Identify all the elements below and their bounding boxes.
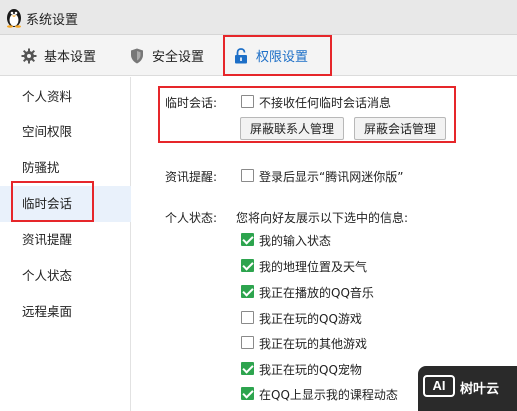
- qq-penguin-icon: [7, 9, 21, 28]
- block-all-temp-chat-checkbox[interactable]: [241, 95, 254, 108]
- status-option-checkbox[interactable]: [241, 233, 254, 246]
- status-option-text: 我的输入状态: [259, 234, 332, 248]
- shield-icon: [128, 47, 146, 65]
- tab-permission-settings[interactable]: 权限设置: [232, 35, 308, 76]
- temp-chat-label: 临时会话:: [165, 96, 218, 110]
- tab-label: 基本设置: [44, 50, 97, 65]
- sidebar-item-remote-desktop[interactable]: 远程桌面: [0, 294, 131, 330]
- status-option-checkbox[interactable]: [241, 311, 254, 324]
- status-option-text: 我正在玩的QQ游戏: [259, 312, 362, 326]
- status-option-text: 我正在玩的QQ宠物: [259, 363, 362, 377]
- tab-label: 权限设置: [256, 50, 309, 65]
- status-option-checkbox[interactable]: [241, 259, 254, 272]
- status-option-text: 我的地理位置及天气: [259, 260, 368, 274]
- blocked-sessions-manage-button[interactable]: 屏蔽会话管理: [354, 117, 446, 140]
- status-option-text: 在QQ上显示我的课程动态: [259, 388, 398, 402]
- sidebar-item-temp-chat[interactable]: 临时会话: [0, 186, 131, 222]
- window-title: 系统设置: [26, 13, 79, 28]
- blocked-contacts-manage-button[interactable]: 屏蔽联系人管理: [240, 117, 344, 140]
- status-option-text: 我正在播放的QQ音乐: [259, 286, 374, 300]
- status-option-checkbox[interactable]: [241, 336, 254, 349]
- sidebar-item-personal-status[interactable]: 个人状态: [0, 258, 131, 294]
- status-option-checkbox[interactable]: [241, 285, 254, 298]
- personal-status-intro: 您将向好友展示以下选中的信息:: [236, 211, 409, 225]
- sidebar-item-news-reminder[interactable]: 资讯提醒: [0, 222, 131, 258]
- sidebar-item-profile[interactable]: 个人资料: [0, 79, 131, 115]
- title-bar: 系统设置: [0, 0, 517, 35]
- status-option-checkbox[interactable]: [241, 362, 254, 375]
- show-mini-news-text: 登录后显示“腾讯网迷你版”: [259, 170, 404, 184]
- tab-label: 安全设置: [152, 50, 205, 65]
- watermark: AI 树叶云: [418, 366, 517, 411]
- block-all-temp-chat-text: 不接收任何临时会话消息: [259, 96, 392, 110]
- watermark-text: 树叶云: [460, 382, 500, 397]
- news-reminder-label: 资讯提醒:: [165, 170, 218, 184]
- status-option-text: 我正在玩的其他游戏: [259, 337, 368, 351]
- tab-basic-settings[interactable]: 基本设置: [20, 35, 96, 76]
- status-option-checkbox[interactable]: [241, 387, 254, 400]
- personal-status-label: 个人状态:: [165, 211, 218, 225]
- settings-content: 临时会话: 不接收任何临时会话消息 屏蔽联系人管理 屏蔽会话管理 资讯提醒: 登…: [132, 77, 517, 411]
- show-mini-news-checkbox[interactable]: [241, 169, 254, 182]
- gear-icon: [20, 47, 38, 65]
- sidebar: 个人资料 空间权限 防骚扰 临时会话 资讯提醒 个人状态 远程桌面: [0, 77, 131, 411]
- watermark-logo: AI: [423, 375, 455, 397]
- sidebar-item-anti-harassment[interactable]: 防骚扰: [0, 150, 131, 186]
- settings-tab-bar: 基本设置 安全设置 权限设置: [0, 35, 517, 76]
- sidebar-item-space-permission[interactable]: 空间权限: [0, 114, 131, 150]
- tab-security-settings[interactable]: 安全设置: [128, 35, 204, 76]
- lock-icon: [232, 47, 250, 65]
